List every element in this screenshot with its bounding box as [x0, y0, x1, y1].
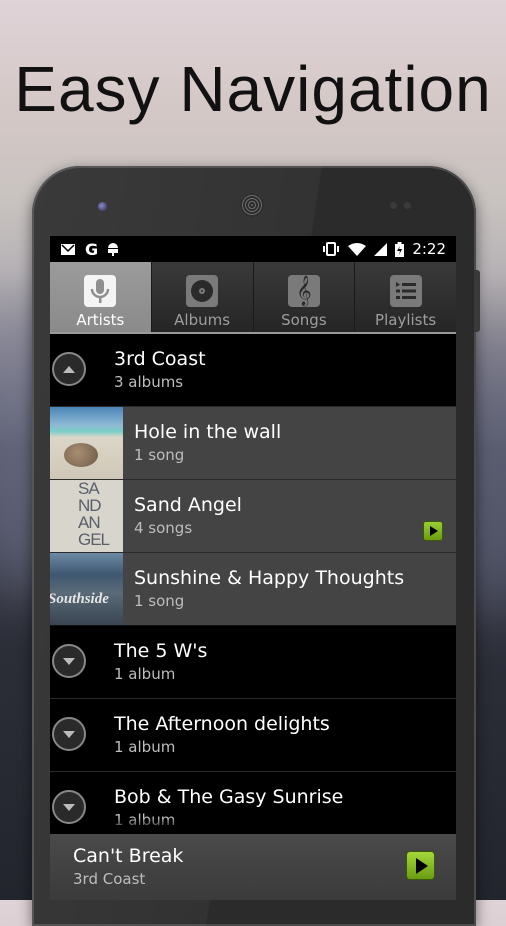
playlist-icon: [389, 275, 422, 307]
tab-bar: Artists Albums 𝄞 Songs Playlists: [50, 262, 456, 334]
chevron-down-icon: [63, 803, 75, 811]
treble-clef-icon: 𝄞: [287, 275, 320, 307]
now-playing-bar[interactable]: Can't Break 3rd Coast: [50, 834, 456, 900]
vibrate-icon: [323, 242, 340, 256]
battery-charging-icon: [395, 241, 405, 257]
artist-row-expanded[interactable]: 3rd Coast 3 albums: [50, 334, 456, 407]
album-count: 3 albums: [114, 373, 184, 391]
album-title: Hole in the wall: [134, 421, 282, 443]
headline: Easy Navigation: [14, 53, 492, 125]
album-row[interactable]: Southside Sunshine & Happy Thoughts 1 so…: [50, 553, 456, 625]
album-count: 1 album: [114, 665, 176, 683]
phone-screen: G 2:22 Artists Albums 𝄞 Songs Playlists …: [50, 236, 456, 900]
chevron-up-icon: [63, 365, 75, 373]
sensor: [404, 202, 411, 209]
expand-button[interactable]: [52, 644, 86, 678]
gmail-icon: [61, 243, 75, 255]
artist-name: 3rd Coast: [114, 348, 206, 370]
android-icon: [108, 242, 119, 256]
chevron-down-icon: [63, 657, 75, 665]
tab-albums[interactable]: Albums: [152, 262, 254, 332]
play-icon: [430, 526, 438, 536]
status-bar: G 2:22: [50, 236, 456, 262]
play-icon: [415, 857, 428, 874]
album-art: SA ND AN GEL: [50, 480, 123, 552]
album-count: 1 album: [114, 811, 176, 829]
collapse-button[interactable]: [52, 352, 86, 386]
song-count: 4 songs: [134, 519, 193, 537]
google-icon: G: [85, 239, 99, 259]
wifi-icon: [348, 242, 367, 256]
speaker-grille: [240, 193, 264, 217]
album-art: Southside: [50, 553, 123, 625]
album-title: Sand Angel: [134, 494, 242, 516]
signal-icon: [374, 242, 388, 256]
artist-name: The Afternoon delights: [114, 713, 330, 735]
clock: 2:22: [412, 240, 446, 258]
play-button[interactable]: [424, 522, 442, 540]
disc-icon: [186, 275, 219, 307]
microphone-icon: [84, 275, 117, 307]
tab-playlists[interactable]: Playlists: [355, 262, 456, 332]
artist-list: 3rd Coast 3 albums Hole in the wall 1 so…: [50, 334, 456, 844]
chevron-down-icon: [63, 730, 75, 738]
artist-name: The 5 W's: [114, 640, 208, 662]
now-playing-title: Can't Break: [73, 845, 184, 867]
album-title: Sunshine & Happy Thoughts: [134, 567, 405, 589]
song-count: 1 song: [134, 592, 185, 610]
song-count: 1 song: [134, 446, 185, 464]
album-count: 1 album: [114, 738, 176, 756]
camera-icon: [98, 202, 107, 211]
album-art: [50, 407, 123, 479]
album-row[interactable]: Hole in the wall 1 song: [50, 407, 456, 480]
sensor: [390, 202, 397, 209]
tab-artists[interactable]: Artists: [50, 262, 152, 332]
artist-row[interactable]: The Afternoon delights 1 album: [50, 699, 456, 772]
artist-name: Bob & The Gasy Sunrise: [114, 786, 344, 808]
play-button[interactable]: [407, 852, 434, 879]
artist-row[interactable]: The 5 W's 1 album: [50, 625, 456, 699]
album-row[interactable]: SA ND AN GEL Sand Angel 4 songs: [50, 480, 456, 553]
tab-songs[interactable]: 𝄞 Songs: [254, 262, 356, 332]
expand-button[interactable]: [52, 790, 86, 824]
expand-button[interactable]: [52, 717, 86, 751]
power-button: [474, 270, 480, 332]
now-playing-artist: 3rd Coast: [73, 870, 146, 888]
